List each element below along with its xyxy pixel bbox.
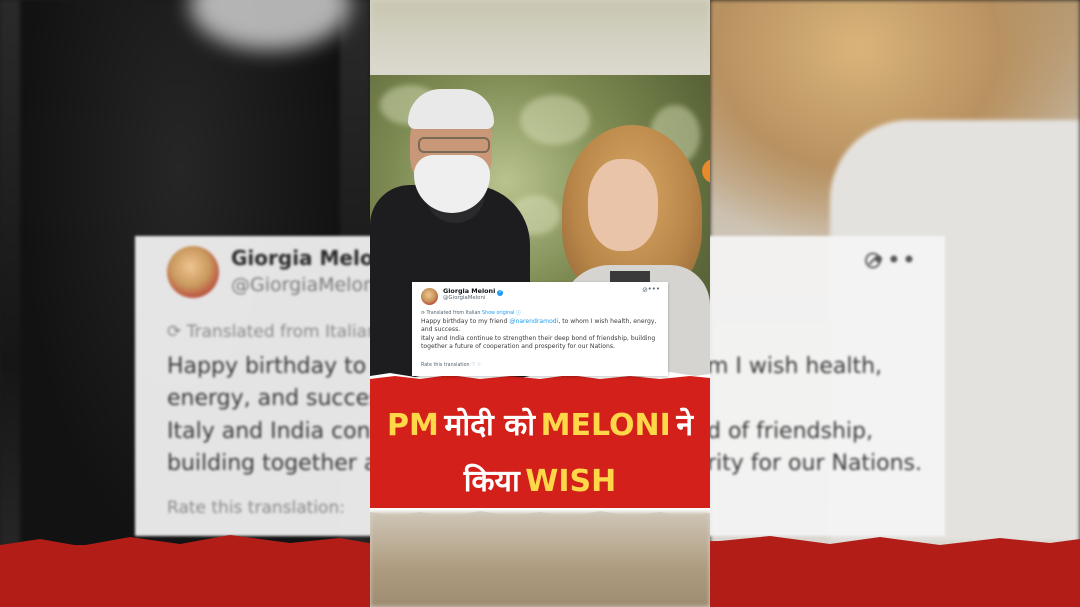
foliage	[520, 95, 590, 145]
background-rate-translation: Rate this translation:	[167, 498, 345, 518]
background-translated-note: ⟳ Translated from Italian	[167, 322, 378, 342]
meloni-face	[588, 159, 658, 251]
more-icon[interactable]: •••	[648, 285, 660, 293]
headline-modi-ko: मोदी को	[444, 408, 536, 443]
background-text-line: Happy birthday to m	[167, 354, 395, 379]
background-more-icon: •••	[871, 246, 917, 274]
modi-hair	[408, 89, 494, 129]
info-icon: ⓘ	[515, 311, 521, 316]
rate-translation: Rate this translation ♡ ♢	[421, 363, 482, 368]
background-avatar	[167, 246, 219, 298]
background-translate-icon: ⟳	[167, 322, 187, 342]
modi-glasses	[418, 137, 490, 153]
background-text-line: d of friendship,	[707, 419, 873, 444]
tweet-body-text: Italy and India continue to strengthen t…	[421, 334, 656, 351]
headline-pm: PM	[386, 408, 439, 443]
tweet-body: Happy birthday to my friend @narendramod…	[421, 318, 665, 352]
headline-text: PM मोदी को MELONI ने किया WISH	[370, 400, 710, 512]
author-handle: @GiorgiaMeloni	[443, 295, 486, 301]
author-avatar	[421, 288, 438, 305]
headline-meloni: MELONI	[540, 408, 671, 443]
headline-kiya: किया	[463, 464, 520, 499]
tweet-card: Giorgia Meloni ✓ @GiorgiaMeloni ⊘ ••• ⟳ T…	[412, 282, 668, 376]
frame-top-blur	[370, 0, 710, 75]
headline-row-1: PM मोदी को MELONI ने	[370, 400, 710, 456]
show-original-link[interactable]: Show original	[482, 311, 514, 316]
channel-logo-edge	[702, 159, 710, 183]
headline-ne: ने	[676, 408, 694, 443]
mention-link[interactable]: @narendramodi	[509, 318, 558, 325]
background-text-line: energy, and success	[167, 386, 393, 411]
background-author-handle: @GiorgiaMeloni	[231, 274, 381, 296]
frame-bottom-blur	[370, 512, 710, 607]
background-text-line: building together a f	[167, 451, 393, 476]
background-text-line: rity for our Nations.	[707, 451, 923, 476]
thumbs-down-icon[interactable]: ♢	[477, 363, 481, 368]
headline-wish: WISH	[525, 464, 617, 499]
translated-note: ⟳ Translated from Italian Show original …	[421, 311, 521, 316]
background-text-line: m I wish health,	[707, 354, 883, 379]
tweet-body-text: Happy birthday to my friend	[421, 318, 510, 325]
background-text-line: Italy and India conti	[167, 419, 386, 444]
headline-row-2: किया WISH	[370, 456, 710, 512]
verified-badge-icon: ✓	[497, 290, 504, 296]
